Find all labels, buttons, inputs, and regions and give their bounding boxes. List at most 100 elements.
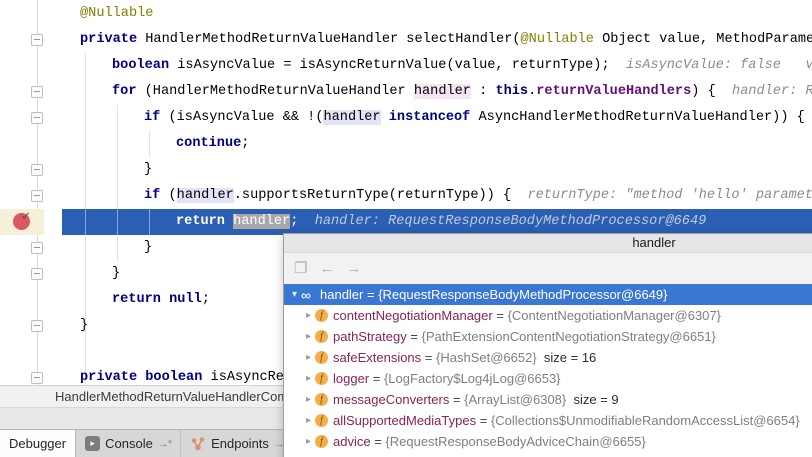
code-token: this [495,84,528,99]
value-icon: ∞ [301,287,320,303]
equals-sign: = [421,350,436,365]
fold-end-marker[interactable] [31,242,43,254]
inline-debug-hint: handler: RequestResponseBodyMethodProces… [315,214,707,229]
code-token: AsyncHandlerMethodReturnValueHandler)) { [470,110,804,125]
fold-start-marker[interactable] [31,372,43,384]
fold-start-marker[interactable] [31,86,43,98]
code-token: returnValueHandlers [536,84,691,99]
equals-sign: = [369,371,384,386]
variable-row[interactable]: ▸fpathStrategy = {PathExtensionContentNe… [284,326,812,347]
code-token: @Nullable [521,32,594,47]
equals-sign: = [449,392,464,407]
code-token: : [471,84,495,99]
editor-gutter[interactable]: ✓ [0,0,62,385]
back-arrow-icon[interactable]: ← [319,261,334,276]
code-line: private HandlerMethodReturnValueHandler … [62,27,812,53]
tab-debugger[interactable]: Debugger [0,430,76,457]
code-token: ( [160,188,176,203]
code-token: private boolean [80,370,202,385]
variable-name: allSupportedMediaTypes [333,413,476,428]
field-icon: f [315,351,328,364]
fold-start-marker[interactable] [31,190,43,202]
console-icon: ▸ [85,436,100,451]
inline-debug-hint: returnType: "method 'hello' paramete [527,188,812,203]
code-token: instanceof [389,110,471,125]
variable-name: contentNegotiationManager [333,308,493,323]
field-icon: f [315,393,328,406]
chevron-right-icon[interactable]: ▸ [302,415,315,426]
code-token: .supportsReturnType(returnType)) { [234,188,528,203]
field-icon: f [315,309,328,322]
code-token: for [112,84,136,99]
code-token: boolean [112,58,169,73]
code-token: return [176,214,233,229]
code-token: if [144,110,160,125]
breakpoint-verified-check-icon: ✓ [21,209,31,223]
equals-sign: = [363,287,378,302]
tab-label: Endpoints [211,436,269,451]
variable-row[interactable]: ▸fmessageConverters = {ArrayList@6308} s… [284,389,812,410]
variable-row[interactable]: ▾∞handler = {RequestResponseBodyMethodPr… [284,284,812,305]
show-fields-icon[interactable]: ❐ [294,261,307,276]
variable-value: {LogFactory$Log4jLog@6653} [384,371,561,386]
indent-guide-gap [117,209,118,235]
variable-row[interactable]: ▸fadvice = {RequestResponseBodyAdviceCha… [284,431,812,452]
code-token: } [112,266,120,281]
field-icon: f [315,372,328,385]
code-token: handler [414,84,471,99]
chevron-right-icon[interactable]: ▸ [302,310,315,321]
tab-console[interactable]: ▸Console→* [76,430,181,457]
collection-size: size = 16 [537,350,597,365]
tab-endpoints[interactable]: Endpoints→* [181,430,297,457]
variable-row[interactable]: ▸fsafeExtensions = {HashSet@6652} size =… [284,347,812,368]
selected-token: handler [233,214,290,229]
chevron-right-icon[interactable]: ▸ [302,373,315,384]
equals-sign: = [407,329,422,344]
code-token: private [80,32,145,47]
fold-end-marker[interactable] [31,164,43,176]
breadcrumb-class-name: HandlerMethodReturnValueHandlerCom [55,389,288,404]
popup-title: handler [632,235,675,250]
chevron-right-icon[interactable]: ▸ [302,352,315,363]
field-icon: f [315,414,328,427]
variable-popup: handler ❐ ← → ▾∞handler = {RequestRespon… [283,233,812,457]
chevron-right-icon[interactable]: ▸ [302,436,315,447]
fold-end-marker[interactable] [31,320,43,332]
variable-name: pathStrategy [333,329,407,344]
code-token: (HandlerMethodReturnValueHandler [136,84,413,99]
fold-start-marker[interactable] [31,112,43,124]
code-token: if [144,188,160,203]
variable-value: {ContentNegotiationManager@6307} [508,308,721,323]
code-token: HandlerMethodReturnValueHandler selectHa… [145,32,520,47]
code-token: handler [323,110,380,125]
chevron-right-icon[interactable]: ▸ [302,331,315,342]
variable-row[interactable]: ▸fallSupportedMediaTypes = {Collections$… [284,410,812,431]
field-icon: f [315,435,328,448]
code-token: ) { [691,84,732,99]
code-line: continue; [62,131,812,157]
variable-row[interactable]: ▸fcontentNegotiationManager = {ContentNe… [284,305,812,326]
variable-value: {HashSet@6652} [436,350,537,365]
code-token: isAsyncValue = isAsyncReturnValue(value,… [169,58,626,73]
equals-sign: = [371,434,386,449]
endpoints-icon [190,436,206,452]
fold-end-marker[interactable] [31,268,43,280]
code-token: ; [290,214,314,229]
code-token: handler [177,188,234,203]
code-line: if (handler.supportsReturnType(returnTyp… [62,183,812,209]
chevron-right-icon[interactable]: ▸ [302,394,315,405]
inline-debug-hint: handler: Re [732,84,812,99]
execution-line: return handler; handler: RequestResponse… [62,209,812,235]
forward-arrow-icon[interactable]: → [346,261,361,276]
variable-row[interactable]: ▸flogger = {LogFactory$Log4jLog@6653} [284,368,812,389]
code-token: } [144,162,152,177]
code-token: (isAsyncValue && !( [160,110,323,125]
variable-name: logger [333,371,369,386]
tab-drag-hint-icon: →* [158,438,171,450]
popup-title-bar[interactable]: handler [284,234,812,253]
variable-value: {RequestResponseBodyAdviceChain@6655} [385,434,645,449]
chevron-down-icon[interactable]: ▾ [288,289,301,300]
code-token: ; [202,292,210,307]
equals-sign: = [476,413,491,428]
fold-start-marker[interactable] [31,34,43,46]
